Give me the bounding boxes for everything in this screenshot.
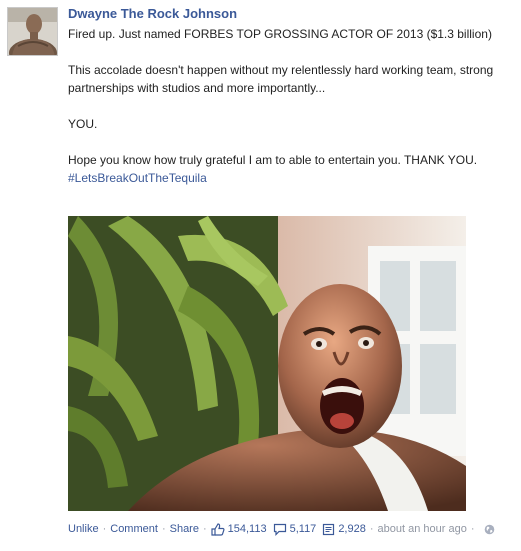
share-document-icon [323,523,335,535]
share-link[interactable]: Share [170,521,199,537]
author-name-link[interactable]: Dwayne The Rock Johnson [68,6,508,22]
comments-count: 5,117 [289,523,317,535]
post-paragraph-with-hashtag: Hope you know how truly grateful I am to… [68,151,508,187]
post-timestamp[interactable]: about an hour ago [378,521,467,537]
globe-icon[interactable] [484,524,495,535]
post-paragraph: Hope you know how truly grateful I am to… [68,153,478,167]
likes-count: 154,113 [227,523,267,535]
hashtag-link[interactable]: #LetsBreakOutTheTequila [68,171,207,185]
thumbs-up-icon [211,522,225,536]
post-body: Dwayne The Rock Johnson Fired up. Just n… [68,6,508,187]
unlike-link[interactable]: Unlike [68,521,99,537]
shares-count: 2,928 [338,523,366,535]
post-action-bar: Unlike · Comment · Share · 154,113 5,117… [68,521,508,537]
separator: · [202,523,207,535]
comment-link[interactable]: Comment [110,521,158,537]
separator: · [102,523,107,535]
likes-count-link[interactable]: 154,113 [211,521,267,537]
separator: · [369,523,374,535]
post-paragraph: YOU. [68,117,98,131]
separator: · [470,523,475,535]
author-avatar[interactable] [7,7,58,56]
separator: · [161,523,166,535]
post-paragraph: Fired up. Just named FORBES TOP GROSSING… [68,27,492,41]
post-message: Fired up. Just named FORBES TOP GROSSING… [68,25,508,187]
post-photo[interactable] [68,216,466,511]
post-paragraph: This accolade doesn't happen without my … [68,63,494,95]
speech-bubble-icon [273,523,286,536]
shares-count-link[interactable]: 2,928 [322,521,366,537]
comments-count-link[interactable]: 5,117 [273,521,317,537]
